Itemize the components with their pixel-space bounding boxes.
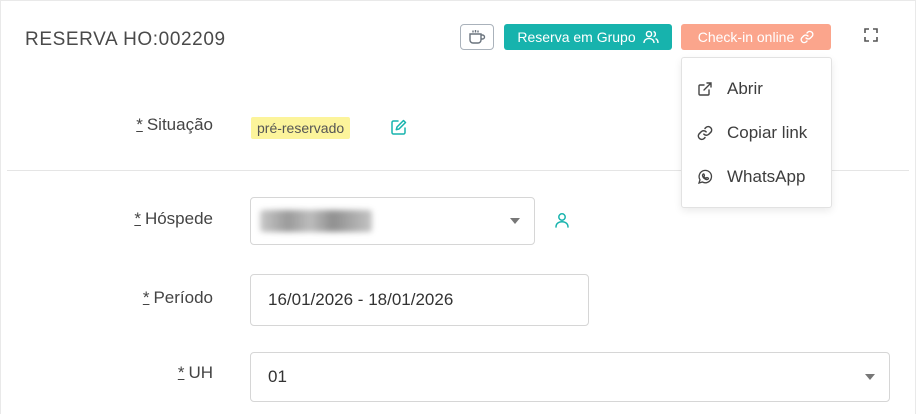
external-link-icon: [698, 82, 712, 96]
group-reservation-label: Reserva em Grupo: [517, 29, 636, 45]
chevron-down-icon: [865, 374, 875, 380]
period-input[interactable]: 16/01/2026 - 18/01/2026: [250, 274, 589, 326]
chevron-down-icon: [510, 218, 520, 224]
menu-item-label: Abrir: [727, 79, 763, 98]
uh-select[interactable]: 01: [250, 352, 890, 402]
users-icon: [642, 30, 659, 44]
page-title: RESERVA HO:002209: [25, 29, 226, 50]
required-mark: *: [134, 209, 141, 228]
uh-label: * UH: [177, 363, 213, 382]
guest-name-redacted: [260, 210, 372, 232]
situacao-label: * Situação: [136, 115, 213, 134]
required-mark: *: [142, 288, 150, 307]
link-icon: [697, 125, 713, 141]
whatsapp-icon: [698, 169, 713, 184]
menu-item-abrir[interactable]: Abrir: [682, 71, 831, 107]
required-mark: *: [177, 363, 185, 382]
menu-item-copiar-link[interactable]: Copiar link: [682, 115, 831, 151]
person-icon[interactable]: [553, 211, 571, 229]
menu-item-whatsapp[interactable]: WhatsApp: [682, 159, 831, 195]
periodo-label: * Período: [142, 288, 213, 307]
reservation-panel: RESERVA HO:002209 Reserva em Grupo Check…: [0, 0, 916, 414]
link-icon: [800, 30, 814, 44]
fullscreen-button[interactable]: [861, 25, 881, 45]
fullscreen-icon: [864, 28, 878, 42]
edit-icon[interactable]: [390, 118, 408, 136]
checkin-dropdown-menu: Abrir Copiar link WhatsApp: [681, 57, 832, 208]
checkin-online-label: Check-in online: [697, 29, 795, 45]
uh-select-value: 01: [268, 367, 287, 386]
status-badge: pré-reservado: [251, 117, 351, 139]
breakfast-button[interactable]: [460, 24, 494, 50]
checkin-online-button[interactable]: Check-in online: [681, 24, 831, 50]
required-mark: *: [136, 115, 143, 134]
group-reservation-button[interactable]: Reserva em Grupo: [504, 24, 672, 50]
period-value: 16/01/2026 - 18/01/2026: [268, 290, 454, 309]
menu-item-label: Copiar link: [727, 123, 808, 142]
hospede-label: * Hóspede: [134, 209, 213, 228]
coffee-cup-icon: [469, 30, 486, 44]
menu-item-label: WhatsApp: [727, 167, 806, 186]
